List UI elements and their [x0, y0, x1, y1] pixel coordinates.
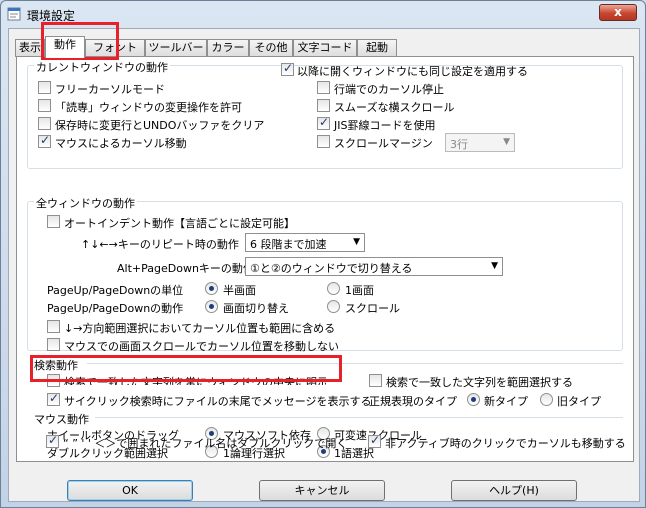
search-select-match-checkbox[interactable]	[369, 374, 382, 387]
cancel-button[interactable]: キャンセル	[259, 480, 385, 501]
jis-line-label: JIS罫線コードを使用	[334, 119, 436, 132]
page-action-switch-radio[interactable]	[205, 300, 218, 313]
regex-old-radio[interactable]	[540, 393, 553, 406]
autoindent-checkbox[interactable]	[47, 215, 60, 228]
page-action-scroll-label: スクロール	[345, 302, 400, 315]
mouse-cursor-label: マウスによるカーソル移動	[55, 137, 187, 150]
jis-line-checkbox[interactable]	[317, 115, 330, 130]
cyclic-search-checkbox[interactable]	[47, 391, 60, 406]
regex-new-radio[interactable]	[467, 393, 480, 406]
clear-undo-label: 保存時に変更行とUNDOバッファをクリア	[55, 119, 265, 132]
mouse-cursor-checkbox[interactable]	[38, 133, 51, 148]
free-cursor-checkbox[interactable]	[38, 81, 51, 94]
range-select-checkbox[interactable]	[47, 320, 60, 333]
current-window-group-title: カレントウィンドウの動作	[34, 59, 170, 75]
scroll-margin-value: 3行	[450, 138, 468, 151]
page-unit-half-radio[interactable]	[205, 282, 218, 295]
altpd-label: Alt+PageDownキーの動作	[117, 262, 254, 275]
line-end-stop-checkbox[interactable]	[317, 81, 330, 94]
mouse-section-title: マウス動作	[34, 413, 89, 426]
chevron-down-icon: ▼	[503, 137, 510, 147]
tab-behavior[interactable]: 動作	[45, 36, 85, 58]
close-button[interactable]: x	[599, 4, 637, 21]
dialog-client: 表示 動作 フォント ツールバー カラー その他 文字コード 起動 カレントウィ…	[8, 28, 640, 502]
cyclic-search-label: サイクリック検索時にファイルの末尾でメッセージを表示する	[64, 395, 372, 408]
search-select-match-label: 検索で一致した文字列を範囲選択する	[386, 376, 573, 389]
apply-future-checkbox[interactable]	[281, 61, 294, 76]
altpd-value: ①と②のウィンドウで切り替える	[250, 262, 413, 275]
inactive-click-label: 非アクティブ時のクリックでカーソルも移動する	[385, 437, 626, 450]
free-cursor-label: フリーカーソルモード	[55, 83, 165, 96]
preferences-window: 環境設定 x 表示 動作 フォント ツールバー カラー その他 文字コード 起動…	[0, 0, 646, 508]
page-unit-half-label: 半画面	[223, 284, 256, 297]
page-action-scroll-radio[interactable]	[327, 300, 340, 313]
regex-new-label: 新タイプ	[484, 395, 528, 408]
tab-toolbar[interactable]: ツールバー	[145, 39, 207, 57]
page-unit-full-label: 1画面	[345, 284, 374, 297]
regex-old-label: 旧タイプ	[557, 395, 601, 408]
page-unit-label: PageUp/PageDownの単位	[47, 284, 184, 297]
tab-other[interactable]: その他	[249, 39, 293, 57]
highlight-cyclic-search	[30, 355, 342, 382]
scroll-margin-checkbox[interactable]	[317, 135, 330, 148]
altpd-select[interactable]: ①と②のウィンドウで切り替える ▼	[245, 257, 503, 276]
scroll-margin-select[interactable]: 3行 ▼	[445, 133, 515, 152]
tab-color[interactable]: カラー	[207, 39, 249, 57]
repeat-label: ↑↓←→キーのリピート時の動作	[81, 238, 239, 251]
readonly-edit-label: 「読専」ウィンドウの変更操作を許可	[55, 101, 242, 114]
page-action-switch-label: 画面切り替え	[223, 302, 289, 315]
smooth-scroll-checkbox[interactable]	[317, 99, 330, 112]
repeat-select[interactable]: 6 段階まで加速 ▼	[245, 233, 365, 252]
tab-encoding[interactable]: 文字コード	[293, 39, 357, 57]
chevron-down-icon: ▼	[353, 237, 360, 247]
range-select-label: ↓→方向範囲選択においてカーソル位置も範囲に含める	[64, 322, 336, 335]
quoted-open-checkbox[interactable]	[46, 433, 59, 448]
page-action-label: PageUp/PageDownの動作	[47, 302, 184, 315]
mouse-scroll-label: マウスでの画面スクロールでカーソル位置を移動しない	[64, 340, 339, 353]
apply-future-label: 以降に開くウィンドウにも同じ設定を適用する	[297, 65, 528, 78]
clear-undo-checkbox[interactable]	[38, 117, 51, 130]
scroll-margin-label: スクロールマージン	[334, 137, 433, 150]
autoindent-label: オートインデント動作【言語ごとに設定可能】	[64, 217, 295, 230]
smooth-scroll-label: スムーズな横スクロール	[334, 101, 455, 114]
tab-startup[interactable]: 起動	[357, 39, 397, 57]
quoted-open-label: “ ” ' ' ＜＞で囲まれたファイル名はダブルクリックで開く	[63, 437, 348, 450]
mouse-divider	[95, 417, 623, 418]
inactive-click-checkbox[interactable]	[368, 433, 381, 448]
behavior-panel: カレントウィンドウの動作 以降に開くウィンドウにも同じ設定を適用する フリーカー…	[16, 56, 634, 462]
app-icon	[7, 7, 21, 21]
chevron-down-icon: ▼	[491, 261, 498, 271]
all-windows-group-title: 全ウィンドウの動作	[34, 195, 137, 211]
help-button[interactable]: ヘルプ(H)	[451, 480, 577, 501]
repeat-value: 6 段階まで加速	[250, 238, 327, 251]
line-end-stop-label: 行端でのカーソル停止	[334, 83, 444, 96]
regex-type-label: 正規表現のタイプ	[369, 395, 457, 408]
mouse-scroll-checkbox[interactable]	[47, 338, 60, 351]
ok-button[interactable]: OK	[67, 480, 193, 501]
close-icon: x	[614, 5, 622, 19]
page-unit-full-radio[interactable]	[327, 282, 340, 295]
readonly-edit-checkbox[interactable]	[38, 99, 51, 112]
